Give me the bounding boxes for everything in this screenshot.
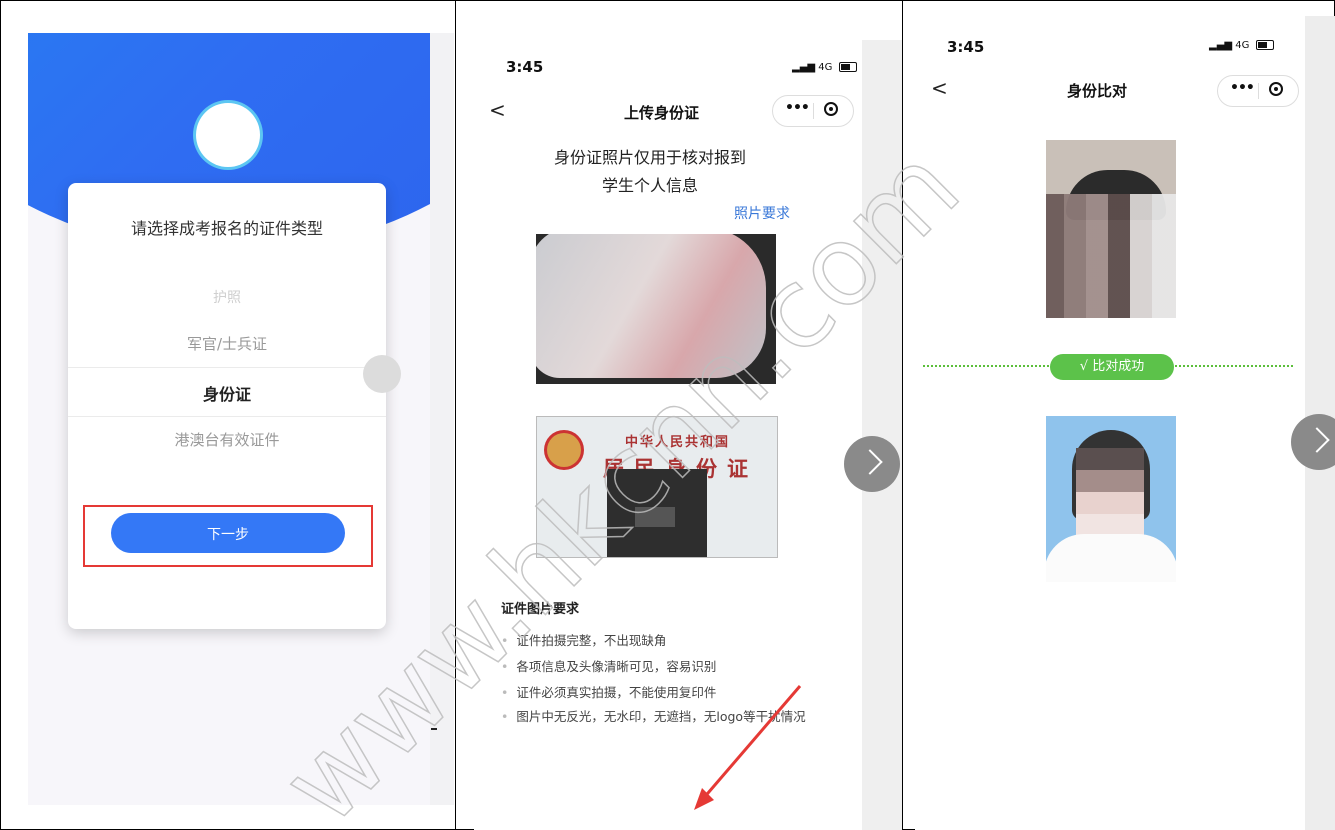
captured-face-photo — [1046, 140, 1176, 318]
battery-icon — [1255, 40, 1274, 50]
id-registered-photo — [1046, 416, 1176, 582]
mosaic-blur — [1046, 194, 1176, 318]
status-bar: ▂▄▆ 4G — [1209, 40, 1274, 51]
mini-program-capsule[interactable]: ••• — [1217, 75, 1299, 107]
panel-identity-compare: 3:45 ▂▄▆ 4G < 身份比对 ••• √ 比对成功 — [903, 0, 1335, 830]
red-arrow-icon — [694, 685, 802, 810]
next-arrow-icon[interactable] — [363, 355, 401, 393]
compare-success-badge: √ 比对成功 — [1050, 354, 1174, 380]
photo-shirt — [1046, 534, 1176, 582]
network-label: 4G — [1235, 40, 1250, 51]
status-time: 3:45 — [947, 38, 985, 56]
back-icon[interactable]: < — [931, 76, 948, 100]
option-id-card[interactable]: 身份证 — [68, 381, 386, 405]
panel-upload-id: 3:45 ▂▄▆ 4G < 上传身份证 ••• 身份证照片仅用于核对报到 学生个… — [456, 0, 902, 830]
side-strip — [430, 33, 454, 805]
dash-mark — [431, 728, 437, 730]
option-passport[interactable]: 护照 — [68, 287, 386, 307]
avatar — [196, 103, 260, 167]
signal-icon: ▂▄▆ — [1209, 40, 1233, 51]
close-icon[interactable] — [1269, 82, 1283, 96]
option-military-id[interactable]: 军官/士兵证 — [68, 333, 386, 354]
next-button[interactable]: 下一步 — [111, 513, 345, 553]
mosaic-blur — [1076, 448, 1144, 540]
more-icon[interactable]: ••• — [1230, 80, 1255, 96]
capsule-separator — [1258, 83, 1259, 99]
page-title: 身份比对 — [1067, 82, 1128, 100]
phone-screen: 请选择成考报名的证件类型 护照 军官/士兵证 身份证 港澳台有效证件 — [28, 33, 430, 805]
card-title: 请选择成考报名的证件类型 — [130, 219, 323, 238]
option-hk-macau-taiwan-id[interactable]: 港澳台有效证件 — [68, 429, 386, 450]
panel-id-type-select: 请选择成考报名的证件类型 护照 军官/士兵证 身份证 港澳台有效证件 下一步 — [1, 0, 455, 830]
